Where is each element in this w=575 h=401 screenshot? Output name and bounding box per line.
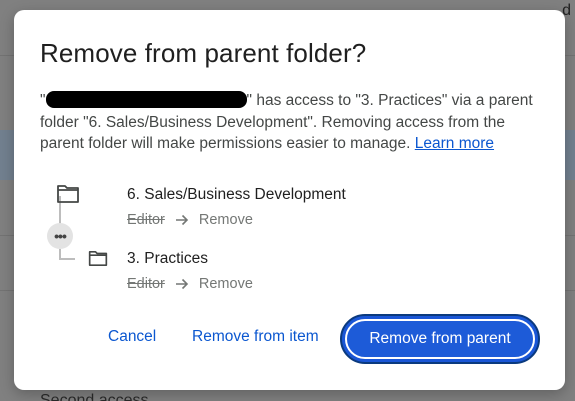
- remove-from-parent-dialog: Remove from parent folder? " " has access…: [14, 10, 565, 390]
- dialog-title: Remove from parent folder?: [40, 38, 367, 68]
- child-old-role: Editor: [127, 276, 165, 292]
- parent-new-role: Remove: [198, 212, 253, 228]
- folder-icon: [56, 184, 80, 204]
- redacted-user-name: [45, 91, 247, 108]
- folder-tree: ••• 6. Sales/Business Development Editor…: [40, 170, 540, 292]
- folder-icon: [88, 250, 108, 267]
- dialog-message: " " has access to "3. Practices" via a pa…: [40, 90, 540, 155]
- arrow-right-icon: [175, 214, 189, 226]
- remove-from-parent-label: Remove from parent: [345, 319, 535, 359]
- parent-role-change: Editor Remove: [127, 212, 253, 228]
- child-folder-name: 3. Practices: [127, 250, 208, 267]
- background-section-heading: Second access: [40, 392, 149, 401]
- remove-from-parent-button[interactable]: Remove from parent: [340, 314, 540, 364]
- tree-connector: [59, 258, 75, 260]
- cancel-button[interactable]: Cancel: [108, 328, 156, 346]
- child-role-change: Editor Remove: [127, 276, 253, 292]
- message-prefix: ": [40, 92, 46, 109]
- more-horizontal-icon: •••: [47, 223, 73, 249]
- arrow-right-icon: [175, 278, 189, 290]
- learn-more-link[interactable]: Learn more: [415, 135, 494, 152]
- parent-folder-name: 6. Sales/Business Development: [127, 186, 346, 203]
- child-new-role: Remove: [198, 276, 253, 292]
- remove-from-item-button[interactable]: Remove from item: [192, 328, 319, 346]
- parent-old-role: Editor: [127, 212, 165, 228]
